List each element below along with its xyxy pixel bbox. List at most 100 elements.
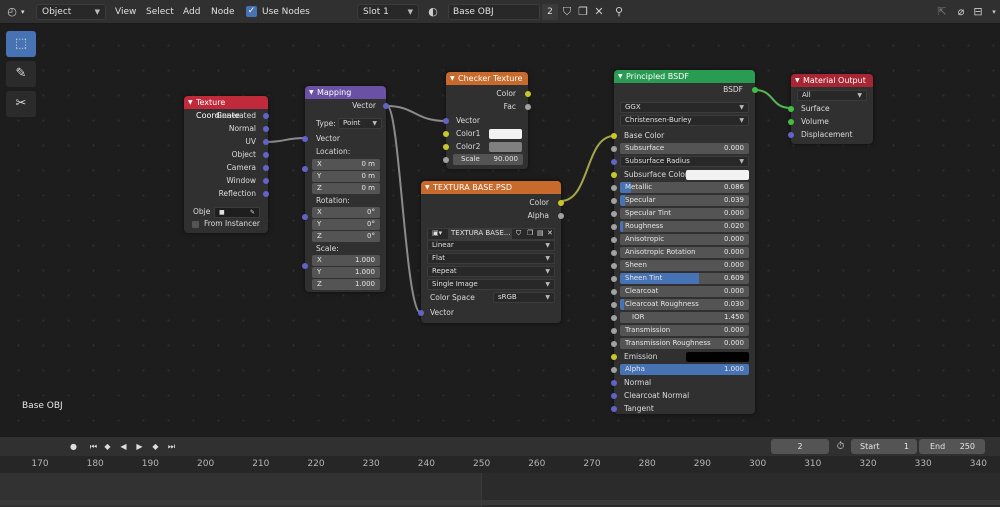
- socket-subsurface-color[interactable]: [611, 172, 617, 178]
- collapse-icon[interactable]: ▼: [188, 96, 193, 109]
- play-icon[interactable]: ▶: [133, 440, 146, 453]
- node-header[interactable]: ▼ Material Output: [791, 74, 873, 87]
- socket-displacement[interactable]: [788, 132, 794, 138]
- socket-generated[interactable]: [263, 113, 269, 119]
- node-header[interactable]: ▼ TEXTURA BASE.PSD: [421, 181, 561, 194]
- duplicate-material-icon[interactable]: ❐: [575, 4, 591, 20]
- socket-bsdf-out[interactable]: [752, 87, 758, 93]
- socket-normal[interactable]: [263, 126, 269, 132]
- socket-tangent[interactable]: [611, 406, 617, 412]
- prev-keyframe-icon[interactable]: ◆: [101, 440, 114, 453]
- slot-dropdown[interactable]: Slot 1 ▼: [357, 4, 419, 20]
- unlink-material-close-icon[interactable]: ✕: [591, 4, 607, 20]
- socket-anisotropic-rotation[interactable]: [611, 250, 617, 256]
- socket-volume[interactable]: [788, 119, 794, 125]
- scale-x-field[interactable]: X 1.000: [312, 255, 380, 266]
- socket-vector-in[interactable]: [302, 136, 308, 142]
- subsurface-color-swatch[interactable]: [686, 170, 749, 180]
- location-x-field[interactable]: X 0 m: [312, 159, 380, 170]
- socket-sheen-tint[interactable]: [611, 276, 617, 282]
- distribution-dropdown[interactable]: GGX ▼: [620, 102, 749, 113]
- socket-scale[interactable]: [302, 263, 308, 269]
- rotation-y-field[interactable]: Y 0°: [312, 219, 380, 230]
- menu-add[interactable]: Add: [183, 5, 200, 19]
- socket-color2-in[interactable]: [443, 144, 449, 150]
- socket-specular[interactable]: [611, 198, 617, 204]
- socket-surface[interactable]: [788, 106, 794, 112]
- open-image-folder-icon[interactable]: ▤: [537, 229, 544, 238]
- pin-icon[interactable]: ⚲: [611, 4, 627, 20]
- unlink-image-close-icon[interactable]: ✕: [547, 229, 553, 238]
- emission-color-swatch[interactable]: [686, 352, 749, 362]
- object-field[interactable]: ■ ✎: [214, 207, 260, 218]
- socket-transmission[interactable]: [611, 328, 617, 334]
- ior-field[interactable]: IOR 1.450: [620, 312, 749, 323]
- menu-view[interactable]: View: [115, 5, 136, 19]
- mapping-type-dropdown[interactable]: Point ▼: [338, 118, 382, 129]
- image-name[interactable]: TEXTURA BASE...: [448, 229, 512, 239]
- node-checker-texture[interactable]: ▼ Checker Texture Color Fac Vector Color1…: [443, 72, 531, 169]
- collapse-icon[interactable]: ▼: [309, 86, 314, 99]
- socket-subsurface-radius[interactable]: [611, 159, 617, 165]
- collapse-icon[interactable]: ▼: [618, 70, 623, 83]
- socket-normal[interactable]: [611, 380, 617, 386]
- node-header[interactable]: ▼ Texture Coordinate: [184, 96, 268, 120]
- socket-uv[interactable]: [263, 139, 269, 145]
- scale-z-field[interactable]: Z 1.000: [312, 279, 380, 290]
- parent-node-tree-icon[interactable]: ⇱: [934, 4, 950, 20]
- timeline-scrollbar[interactable]: [0, 500, 1000, 505]
- socket-alpha[interactable]: [611, 367, 617, 373]
- socket-anisotropic[interactable]: [611, 237, 617, 243]
- color2-swatch[interactable]: [489, 142, 522, 152]
- menu-node[interactable]: Node: [211, 5, 235, 19]
- node-header[interactable]: ▼ Principled BSDF: [614, 70, 755, 83]
- stopwatch-icon[interactable]: ⏱: [834, 440, 847, 453]
- interpolation-dropdown[interactable]: Linear ▼: [427, 240, 555, 251]
- image-browse-icon[interactable]: ▣▾: [432, 229, 442, 237]
- roughness-field[interactable]: Roughness 0.020: [620, 221, 749, 232]
- alpha-field[interactable]: Alpha 1.000: [620, 364, 749, 375]
- socket-vector-in[interactable]: [418, 310, 424, 316]
- socket-metallic[interactable]: [611, 185, 617, 191]
- end-frame-field[interactable]: End 250: [919, 439, 985, 454]
- subsurface-method-dropdown[interactable]: Christensen-Burley ▼: [620, 115, 749, 126]
- clearcoat-roughness-field[interactable]: Clearcoat Roughness 0.030: [620, 299, 749, 310]
- next-keyframe-icon[interactable]: ◆: [149, 440, 162, 453]
- duplicate-image-icon[interactable]: ❐: [527, 229, 533, 238]
- snap-target-icon[interactable]: ⊟: [970, 4, 986, 20]
- socket-clearcoat-roughness[interactable]: [611, 302, 617, 308]
- projection-dropdown[interactable]: Flat ▼: [427, 253, 555, 264]
- socket-alpha-out[interactable]: [558, 213, 564, 219]
- socket-emission[interactable]: [611, 354, 617, 360]
- fake-user-shield-icon[interactable]: ⛉: [559, 4, 575, 20]
- node-material-output[interactable]: ▼ Material Output All ▼ Surface Volume Dis…: [788, 74, 873, 144]
- socket-subsurface[interactable]: [611, 146, 617, 152]
- anisotropic-rotation-field[interactable]: Anisotropic Rotation 0.000: [620, 247, 749, 258]
- material-name-field[interactable]: Base OBJ: [448, 4, 540, 20]
- socket-rotation[interactable]: [302, 214, 308, 220]
- render-target-dropdown[interactable]: All ▼: [797, 90, 867, 101]
- node-image-texture[interactable]: ▼ TEXTURA BASE.PSD Color Alpha ▣▾ TEXTURA…: [418, 181, 564, 323]
- socket-base-color[interactable]: [611, 133, 617, 139]
- start-frame-field[interactable]: Start 1: [851, 439, 917, 454]
- socket-object[interactable]: [263, 152, 269, 158]
- transmission-roughness-field[interactable]: Transmission Roughness 0.000: [620, 338, 749, 349]
- socket-clearcoat-normal[interactable]: [611, 393, 617, 399]
- scale-y-field[interactable]: Y 1.000: [312, 267, 380, 278]
- source-dropdown[interactable]: Single Image ▼: [427, 279, 555, 290]
- socket-roughness[interactable]: [611, 224, 617, 230]
- socket-scale-in[interactable]: [443, 157, 449, 163]
- color1-swatch[interactable]: [489, 129, 522, 139]
- play-reverse-icon[interactable]: ◀: [117, 440, 130, 453]
- socket-color-out[interactable]: [558, 200, 564, 206]
- transmission-field[interactable]: Transmission 0.000: [620, 325, 749, 336]
- socket-transmission-roughness[interactable]: [611, 341, 617, 347]
- subsurface-radius-dropdown[interactable]: Subsurface Radius ▼: [620, 156, 749, 167]
- socket-specular-tint[interactable]: [611, 211, 617, 217]
- record-icon[interactable]: ●: [67, 440, 80, 453]
- subsurface-field[interactable]: Subsurface 0.000: [620, 143, 749, 154]
- menu-select[interactable]: Select: [146, 5, 174, 19]
- node-principled-bsdf[interactable]: ▼ Principled BSDF BSDF GGX ▼ Christensen-B…: [611, 70, 758, 414]
- socket-sheen[interactable]: [611, 263, 617, 269]
- fake-user-shield-icon[interactable]: ⛉: [516, 229, 521, 238]
